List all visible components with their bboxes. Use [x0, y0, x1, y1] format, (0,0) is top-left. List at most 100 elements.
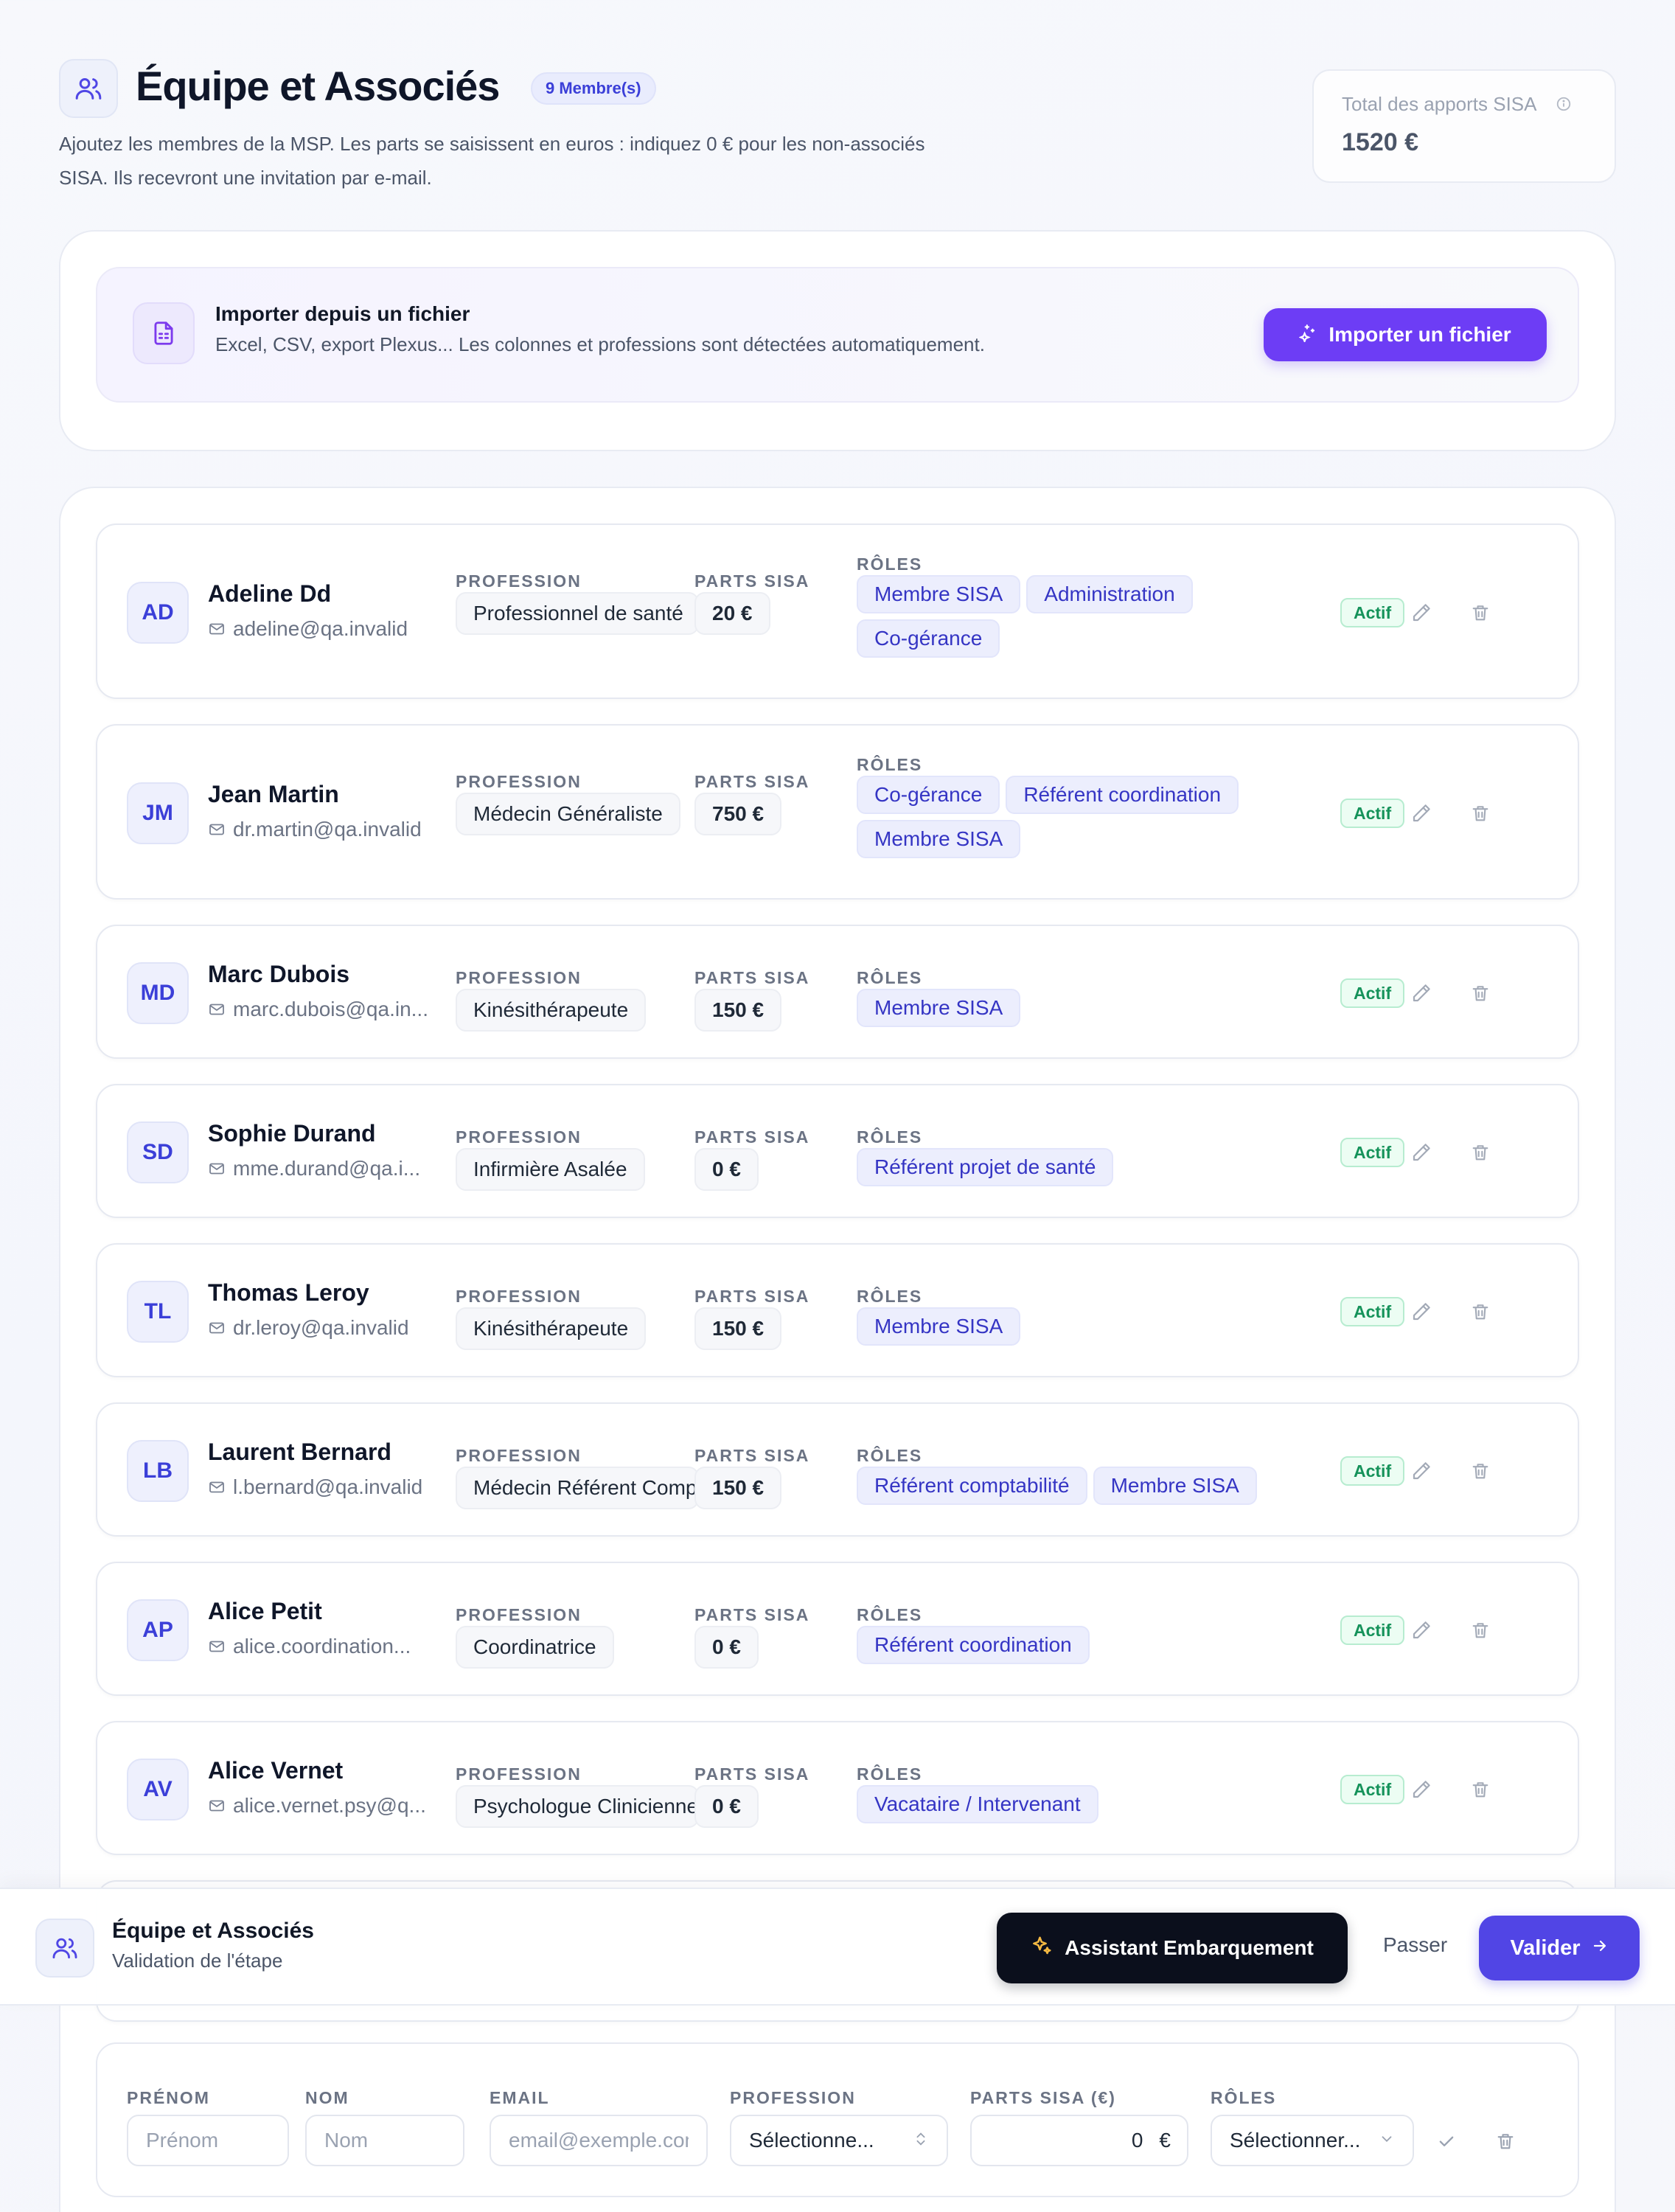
member-name[interactable]: Thomas Leroy	[208, 1279, 369, 1307]
roles-select[interactable]: Sélectionner...	[1211, 2115, 1414, 2166]
member-name[interactable]: Adeline Dd	[208, 580, 331, 608]
role-tag: Membre SISA	[1093, 1467, 1257, 1505]
status-badge: Actif	[1340, 799, 1405, 828]
import-file-button[interactable]: Importer un fichier	[1264, 308, 1547, 361]
trash-icon[interactable]	[1467, 800, 1494, 827]
role-tag: Membre SISA	[857, 1307, 1021, 1346]
member-email: alice.vernet.psy@q...	[208, 1794, 429, 1818]
mail-icon	[208, 1160, 226, 1178]
trash-icon[interactable]	[1467, 1458, 1494, 1484]
trash-icon[interactable]	[1467, 1139, 1494, 1166]
roles-list: Référent coordination	[857, 1626, 1270, 1664]
profession-select-value: Sélectionne...	[749, 2129, 874, 2152]
import-subtitle: Excel, CSV, export Plexus... Les colonne…	[215, 333, 985, 355]
profession-label: PROFESSION	[730, 2088, 856, 2107]
member-row: JM Jean Martin dr.martin@qa.invalid PROF…	[96, 724, 1579, 900]
role-tag: Membre SISA	[857, 989, 1021, 1027]
skip-button[interactable]: Passer	[1383, 1933, 1447, 1957]
validate-button-label: Valider	[1510, 1935, 1581, 1960]
trash-icon[interactable]	[1492, 2128, 1519, 2154]
role-tag: Co-gérance	[857, 776, 1000, 814]
trash-icon[interactable]	[1467, 1298, 1494, 1325]
status-badge: Actif	[1340, 1456, 1405, 1486]
member-name[interactable]: Laurent Bernard	[208, 1439, 391, 1466]
pencil-icon[interactable]	[1408, 1139, 1435, 1166]
lastname-input[interactable]	[305, 2115, 464, 2166]
member-name[interactable]: Alice Petit	[208, 1598, 322, 1625]
new-member-form: PRÉNOM NOM EMAIL PROFESSION Sélectionne.…	[96, 2042, 1579, 2197]
mail-icon	[208, 620, 226, 638]
firstname-input[interactable]	[127, 2115, 289, 2166]
role-tag: Référent projet de santé	[857, 1148, 1114, 1186]
member-row: MD Marc Dubois marc.dubois@qa.in... PROF…	[96, 925, 1579, 1059]
avatar: MD	[127, 962, 189, 1024]
step-action-bar: Équipe et Associés Validation de l'étape…	[0, 1888, 1675, 2006]
roles-list: Membre SISA	[857, 989, 1270, 1027]
parts-label: PARTS SISA (€)	[970, 2088, 1116, 2107]
pencil-icon[interactable]	[1408, 599, 1435, 626]
step-subtitle: Validation de l'étape	[112, 1950, 283, 1972]
roles-label: RÔLES	[857, 1764, 923, 1784]
parts-value: 0 €	[694, 1148, 759, 1191]
profession-label: PROFESSION	[456, 1446, 582, 1465]
pencil-icon[interactable]	[1408, 1776, 1435, 1803]
profession-value: Kinésithérapeute	[456, 1307, 647, 1350]
roles-label: RÔLES	[857, 554, 923, 574]
profession-label: PROFESSION	[456, 571, 582, 591]
member-email-text: dr.martin@qa.invalid	[233, 818, 422, 841]
trash-icon[interactable]	[1467, 599, 1494, 626]
role-tag: Référent coordination	[857, 1626, 1090, 1664]
parts-label: PARTS SISA	[694, 968, 810, 987]
member-name[interactable]: Marc Dubois	[208, 961, 349, 988]
member-name[interactable]: Sophie Durand	[208, 1120, 376, 1147]
pencil-icon[interactable]	[1408, 980, 1435, 1006]
onboarding-assistant-button[interactable]: Assistant Embarquement	[997, 1913, 1348, 1983]
email-label: EMAIL	[490, 2088, 550, 2107]
mail-icon	[208, 1797, 226, 1815]
trash-icon[interactable]	[1467, 980, 1494, 1006]
trash-icon[interactable]	[1467, 1617, 1494, 1644]
info-icon[interactable]	[1556, 96, 1572, 116]
import-title: Importer depuis un fichier	[215, 302, 470, 325]
roles-list: Vacataire / Intervenant	[857, 1785, 1270, 1823]
parts-value: 0 €	[694, 1785, 759, 1828]
avatar: AD	[127, 582, 189, 644]
profession-label: PROFESSION	[456, 1287, 582, 1306]
trash-icon[interactable]	[1467, 1776, 1494, 1803]
profession-value: Professionnel de santé	[456, 592, 699, 635]
pencil-icon[interactable]	[1408, 800, 1435, 827]
sparkles-icon	[1031, 1935, 1053, 1962]
member-email-text: adeline@qa.invalid	[233, 617, 408, 640]
member-email-text: l.bernard@qa.invalid	[233, 1475, 423, 1498]
pencil-icon[interactable]	[1408, 1458, 1435, 1484]
avatar: JM	[127, 782, 189, 844]
profession-label: PROFESSION	[456, 772, 582, 791]
parts-input[interactable]: 0 €	[970, 2115, 1188, 2166]
email-input[interactable]	[490, 2115, 708, 2166]
member-email: adeline@qa.invalid	[208, 617, 429, 641]
profession-label: PROFESSION	[456, 1127, 582, 1147]
member-email-text: mme.durand@qa.i...	[233, 1157, 421, 1180]
member-row: AP Alice Petit alice.coordination... PRO…	[96, 1562, 1579, 1696]
chevron-updown-icon	[913, 2129, 929, 2152]
parts-label: PARTS SISA	[694, 1287, 810, 1306]
chevron-down-icon	[1379, 2129, 1395, 2152]
validate-button[interactable]: Valider	[1479, 1916, 1640, 1980]
parts-value: 20 €	[694, 592, 770, 635]
onboarding-assistant-label: Assistant Embarquement	[1065, 1936, 1314, 1959]
avatar: LB	[127, 1440, 189, 1502]
member-name[interactable]: Jean Martin	[208, 781, 339, 808]
roles-label: RÔLES	[857, 1605, 923, 1624]
roles-label: RÔLES	[857, 968, 923, 987]
roles-label: RÔLES	[1211, 2088, 1277, 2107]
roles-label: RÔLES	[857, 1127, 923, 1147]
pencil-icon[interactable]	[1408, 1617, 1435, 1644]
confirm-check-icon[interactable]	[1433, 2128, 1460, 2154]
member-name[interactable]: Alice Vernet	[208, 1757, 343, 1784]
pencil-icon[interactable]	[1408, 1298, 1435, 1325]
profession-select[interactable]: Sélectionne...	[730, 2115, 948, 2166]
roles-list: Membre SISA Administration Co-gérance	[857, 575, 1270, 658]
parts-label: PARTS SISA	[694, 1446, 810, 1465]
status-badge: Actif	[1340, 1297, 1405, 1326]
member-row: SD Sophie Durand mme.durand@qa.i... PROF…	[96, 1084, 1579, 1218]
